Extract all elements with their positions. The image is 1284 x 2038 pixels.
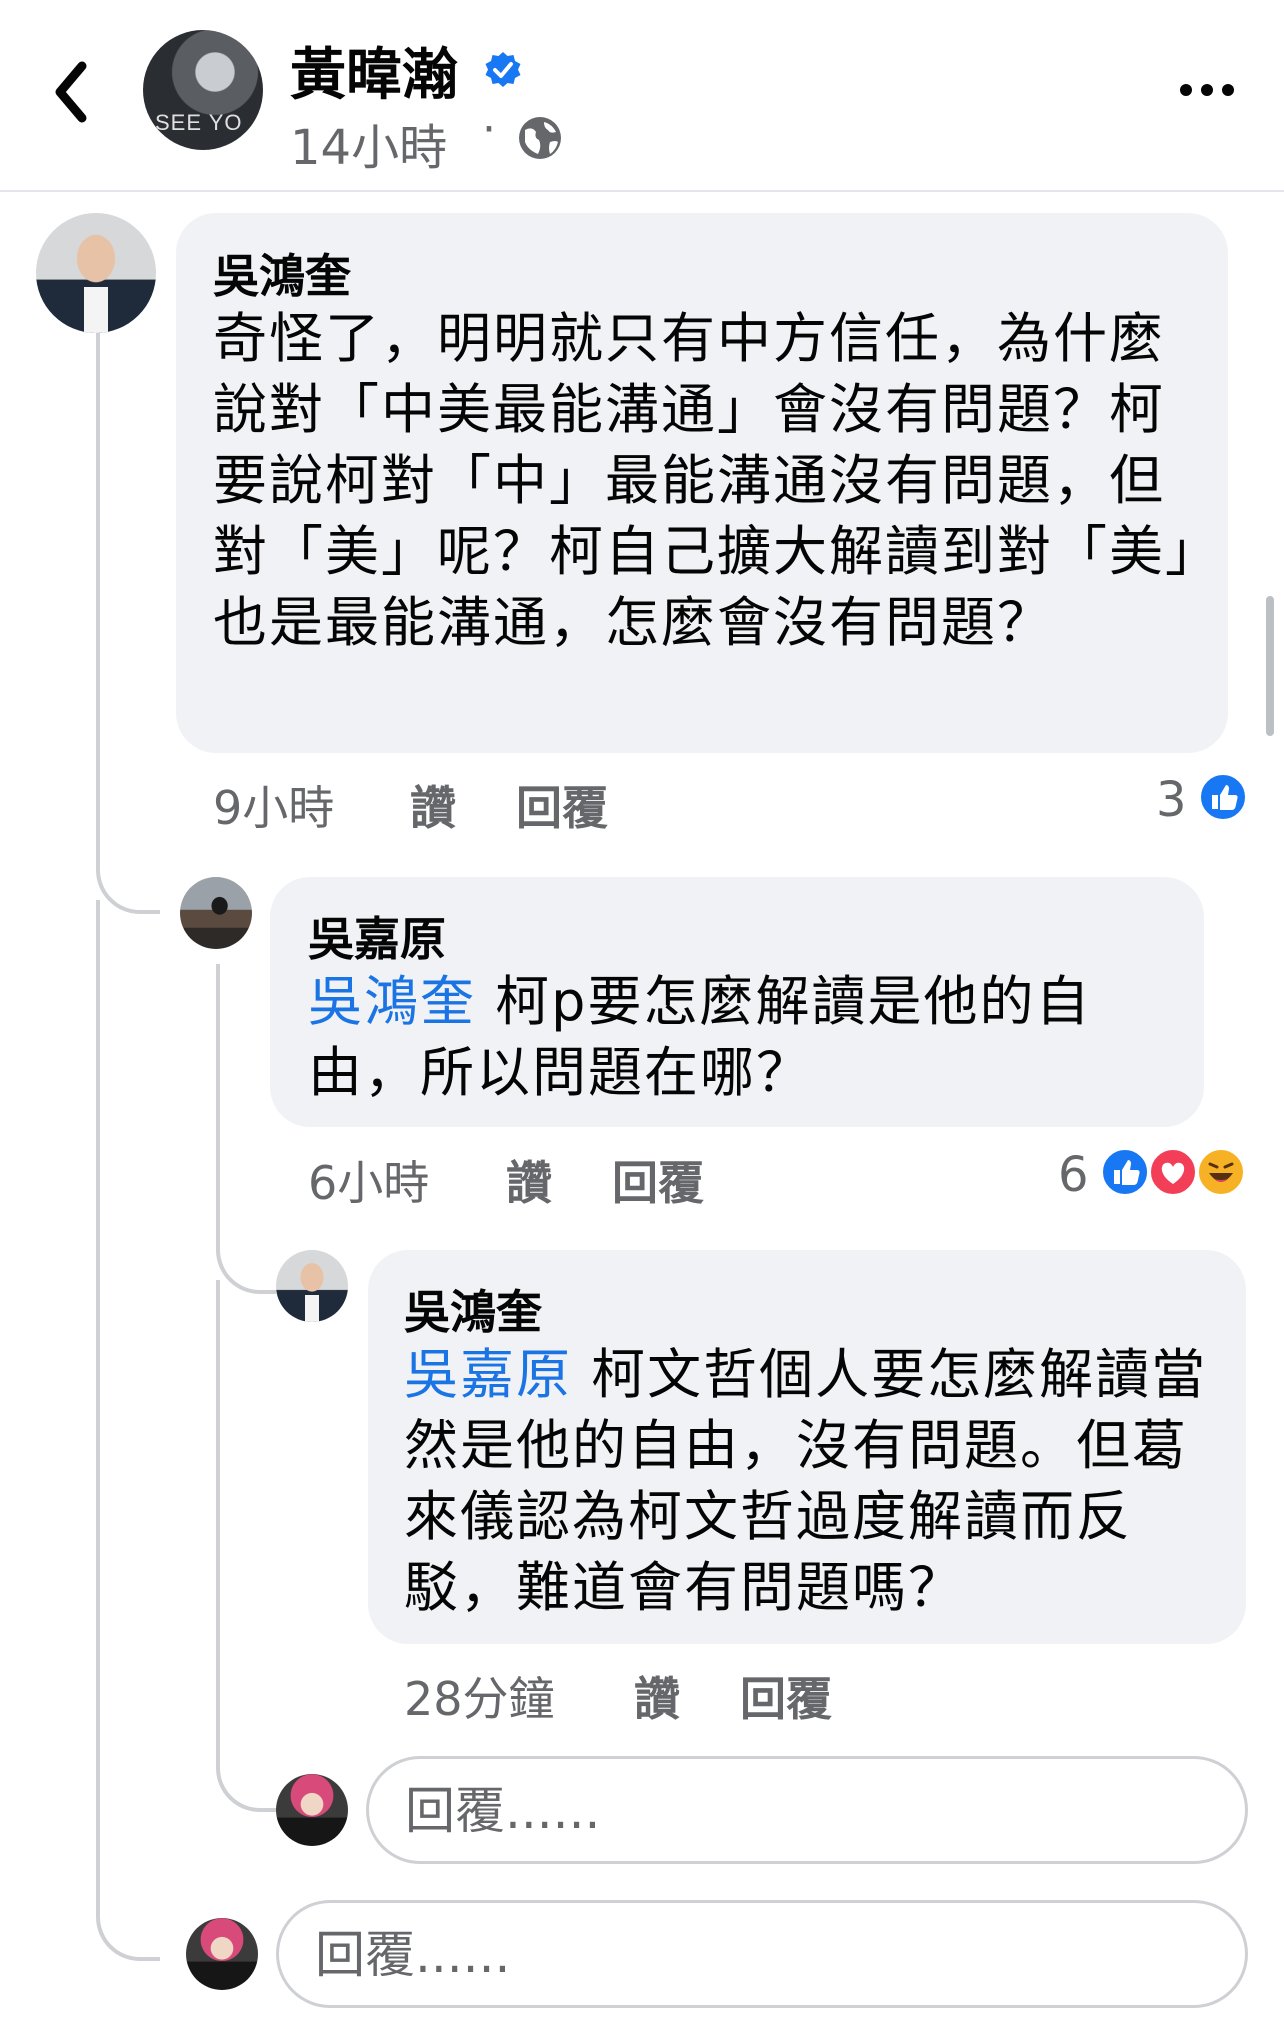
comment-time[interactable]: 6小時 <box>308 1147 429 1213</box>
like-reaction-icon <box>1198 772 1248 822</box>
comment-time[interactable]: 28分鐘 <box>404 1663 555 1729</box>
comment-author[interactable]: 吳鴻奎 <box>213 240 351 306</box>
like-button[interactable]: 讚 <box>634 1663 680 1729</box>
reaction-count[interactable]: 6 <box>1058 1147 1089 1203</box>
post-header: SEE YO 黃暐瀚 14小時 · <box>0 0 1284 192</box>
comment-text: 吳嘉原 柯文哲個人要怎麼解讀當然是他的自由，沒有問題。但葛來儀認為柯文哲過度解讀… <box>404 1339 1234 1623</box>
reaction-count[interactable]: 3 <box>1156 772 1187 828</box>
reply-button[interactable]: 回覆 <box>740 1663 832 1729</box>
haha-reaction-icon <box>1196 1147 1246 1197</box>
back-button[interactable] <box>44 52 104 132</box>
like-button[interactable]: 讚 <box>506 1147 552 1213</box>
comment-time[interactable]: 9小時 <box>213 772 334 838</box>
thread-line-nested <box>216 964 276 1294</box>
thread-line-nested-lower <box>216 1280 276 1812</box>
comment-author[interactable]: 吳嘉原 <box>308 903 446 969</box>
more-dot <box>1201 84 1213 96</box>
more-options-button[interactable] <box>1180 72 1250 108</box>
verified-badge-icon <box>485 52 521 87</box>
mention-link[interactable]: 吳嘉原 <box>404 1343 572 1406</box>
thread-reply-field[interactable] <box>276 1900 1248 2008</box>
thread-line-main-lower <box>96 900 160 1961</box>
separator-dot: · <box>482 104 496 155</box>
scrollbar[interactable] <box>1266 596 1274 736</box>
like-reaction-icon <box>1100 1147 1150 1197</box>
nested-reply-input[interactable] <box>403 1759 1108 1863</box>
reply-button[interactable]: 回覆 <box>612 1147 704 1213</box>
commenter-avatar[interactable] <box>180 877 252 949</box>
love-reaction-icon <box>1148 1147 1198 1197</box>
more-options-icon <box>1180 84 1192 96</box>
my-avatar <box>276 1774 348 1846</box>
thread-reply-input[interactable] <box>313 1903 1090 2007</box>
page-name[interactable]: 黃暐瀚 <box>290 30 458 111</box>
page-avatar[interactable]: SEE YO <box>143 30 263 150</box>
comment-text: 吳鴻奎 柯p要怎麼解讀是他的自由，所以問題在哪？ <box>308 966 1188 1108</box>
mention-link[interactable]: 吳鴻奎 <box>308 970 476 1033</box>
avatar-text: SEE YO <box>155 110 243 135</box>
commenter-avatar[interactable] <box>36 213 156 333</box>
chevron-left-icon <box>55 61 87 123</box>
thread-line-main <box>96 330 160 914</box>
commenter-avatar[interactable] <box>276 1250 348 1322</box>
globe-icon <box>519 117 561 159</box>
post-time[interactable]: 14小時 <box>290 108 447 178</box>
reply-button[interactable]: 回覆 <box>516 772 608 838</box>
more-dot <box>1222 84 1234 96</box>
my-avatar <box>186 1918 258 1990</box>
nested-reply-field[interactable] <box>366 1756 1248 1864</box>
like-button[interactable]: 讚 <box>410 772 456 838</box>
comment-author[interactable]: 吳鴻奎 <box>404 1276 542 1342</box>
comment-text: 奇怪了，明明就只有中方信任，為什麼說對「中美最能溝通」會沒有問題？柯要說柯對「中… <box>213 307 1194 654</box>
